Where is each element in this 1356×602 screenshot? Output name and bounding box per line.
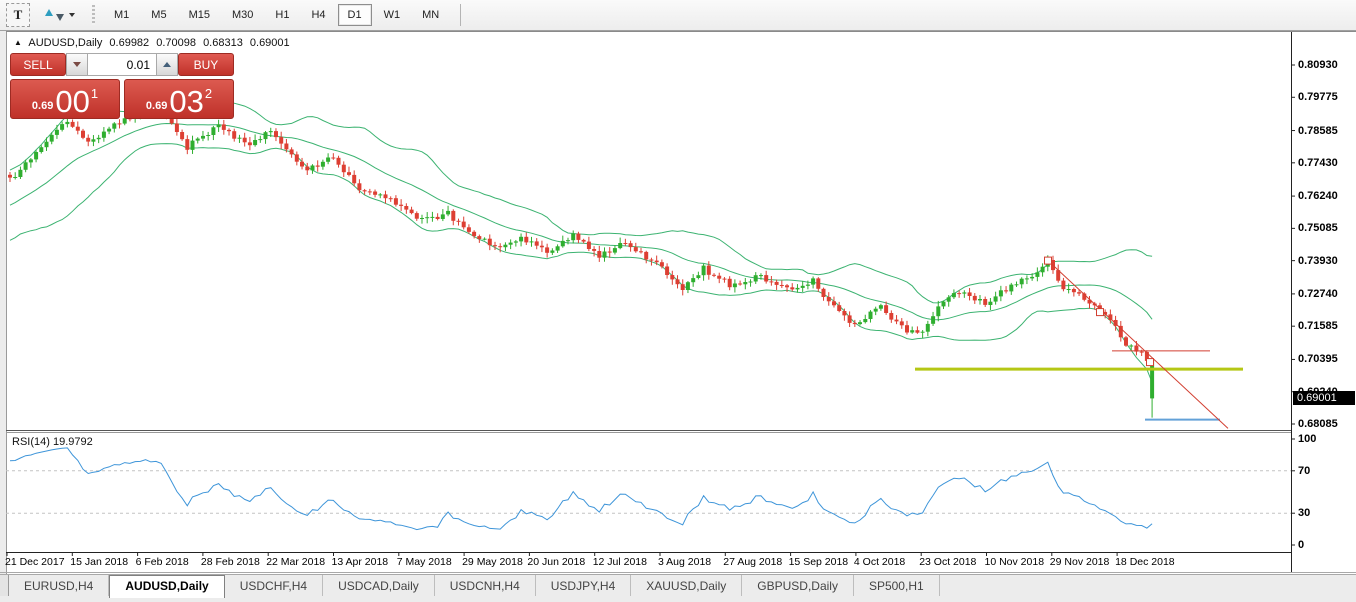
buy-price-prefix: 0.69 [146,100,167,112]
date-label-5: 13 Apr 2018 [332,556,389,568]
date-label-14: 23 Oct 2018 [919,556,976,568]
tab-audusd-daily[interactable]: AUDUSD,Daily [109,575,224,598]
tab-eurusd-h4[interactable]: EURUSD,H4 [9,575,109,596]
date-label-13: 4 Oct 2018 [854,556,905,568]
date-label-10: 3 Aug 2018 [658,556,711,568]
current-price-label: 0.69001 [1293,391,1355,405]
timeframe-button-d1[interactable]: D1 [338,4,372,26]
date-label-12: 15 Sep 2018 [789,556,849,568]
date-label-9: 12 Jul 2018 [593,556,647,568]
timeframe-button-h4[interactable]: H4 [301,4,335,26]
volume-increase-button[interactable] [156,53,178,76]
timeframe-button-m15[interactable]: M15 [179,4,220,26]
chart-symbol-title: AUDUSD,Daily [28,37,102,49]
date-label-11: 27 Aug 2018 [723,556,782,568]
spinner-up-icon [163,62,171,67]
buy-quote-button[interactable]: 0.69 03 2 [124,79,234,119]
top-toolbar: T M1M5M15M30H1H4D1W1MN [0,0,1356,31]
tab-usdcad-daily[interactable]: USDCAD,Daily [323,575,435,596]
chevron-down-icon [69,13,75,17]
price-tick-0.72740: 0.72740 [1298,288,1338,300]
timeframe-button-h1[interactable]: H1 [265,4,299,26]
spinner-down-icon [73,62,81,67]
text-tool-button[interactable]: T [6,3,30,27]
timeframe-button-w1[interactable]: W1 [374,4,411,26]
timeframe-toolbar: M1M5M15M30H1H4D1W1MN [103,0,450,30]
price-tick-0.77430: 0.77430 [1298,157,1338,169]
price-tick-0.70395: 0.70395 [1298,353,1338,365]
tab-usdjpy-h4[interactable]: USDJPY,H4 [536,575,631,596]
ohlc-open: 0.69982 [109,37,149,49]
tab-sp500-h1[interactable]: SP500,H1 [854,575,940,596]
tab-usdcnh-h4[interactable]: USDCNH,H4 [435,575,536,596]
rsi-tick-30: 30 [1298,507,1310,519]
price-tick-0.79775: 0.79775 [1298,91,1338,103]
arrow-down-icon [56,14,64,21]
chart-ohlc-header: ▲ AUDUSD,Daily 0.69982 0.70098 0.68313 0… [14,37,294,49]
sell-button-label: SELL [23,58,52,72]
rsi-indicator-label: RSI(14) 19.9792 [12,436,93,448]
terminal-window: T M1M5M15M30H1H4D1W1MN ▲ AUDUSD,Daily 0.… [0,0,1356,602]
buy-price-big: 03 [169,87,203,117]
toolbar-separator [460,4,461,26]
buy-price-pipette: 2 [205,86,212,101]
up-arrow-icon: ▲ [14,38,22,47]
date-label-8: 20 Jun 2018 [527,556,585,568]
window-left-edge [0,30,7,574]
price-tick-0.73930: 0.73930 [1298,255,1338,267]
ohlc-low: 0.68313 [203,37,243,49]
price-tick-0.76240: 0.76240 [1298,190,1338,202]
buy-button[interactable]: BUY [178,53,234,76]
timeframe-button-mn[interactable]: MN [412,4,449,26]
tab-usdchf-h4[interactable]: USDCHF,H4 [225,575,323,596]
timeframe-button-m1[interactable]: M1 [104,4,139,26]
one-click-trading-panel: SELL BUY 0.69 00 1 0.69 03 2 [10,53,234,119]
date-label-0: 21 Dec 2017 [5,556,65,568]
sell-button[interactable]: SELL [10,53,66,76]
price-tick-0.68085: 0.68085 [1298,418,1338,430]
tab-stub [0,575,9,596]
sell-quote-button[interactable]: 0.69 00 1 [10,79,120,119]
rsi-tick-100: 100 [1298,433,1316,445]
sell-price-pipette: 1 [91,86,98,101]
timeframe-button-m30[interactable]: M30 [222,4,263,26]
arrow-up-icon [45,9,53,16]
date-label-16: 29 Nov 2018 [1050,556,1110,568]
tab-xauusd-daily[interactable]: XAUUSD,Daily [631,575,742,596]
date-label-6: 7 May 2018 [397,556,452,568]
volume-decrease-button[interactable] [66,53,88,76]
sell-price-prefix: 0.69 [32,100,53,112]
text-tool-icon: T [14,7,23,23]
rsi-tick-0: 0 [1298,539,1304,551]
cursor-tool-button[interactable] [42,4,78,26]
ohlc-close: 0.69001 [250,37,290,49]
volume-input[interactable] [88,53,156,76]
date-label-15: 10 Nov 2018 [985,556,1045,568]
date-label-7: 29 May 2018 [462,556,523,568]
price-tick-0.80930: 0.80930 [1298,59,1338,71]
date-label-2: 6 Feb 2018 [136,556,189,568]
price-tick-0.71585: 0.71585 [1298,320,1338,332]
rsi-tick-70: 70 [1298,465,1310,477]
date-label-4: 22 Mar 2018 [266,556,325,568]
price-tick-0.78585: 0.78585 [1298,125,1338,137]
price-tick-0.75085: 0.75085 [1298,222,1338,234]
tab-gbpusd-daily[interactable]: GBPUSD,Daily [742,575,854,596]
toolbar-grip[interactable] [92,5,95,25]
date-label-3: 28 Feb 2018 [201,556,260,568]
ohlc-high: 0.70098 [156,37,196,49]
buy-button-label: BUY [194,58,219,72]
timeframe-button-m5[interactable]: M5 [141,4,176,26]
chart-tabbar: EURUSD,H4AUDUSD,DailyUSDCHF,H4USDCAD,Dai… [0,574,1356,602]
date-label-17: 18 Dec 2018 [1115,556,1175,568]
date-label-1: 15 Jan 2018 [70,556,128,568]
sell-price-big: 00 [55,87,89,117]
